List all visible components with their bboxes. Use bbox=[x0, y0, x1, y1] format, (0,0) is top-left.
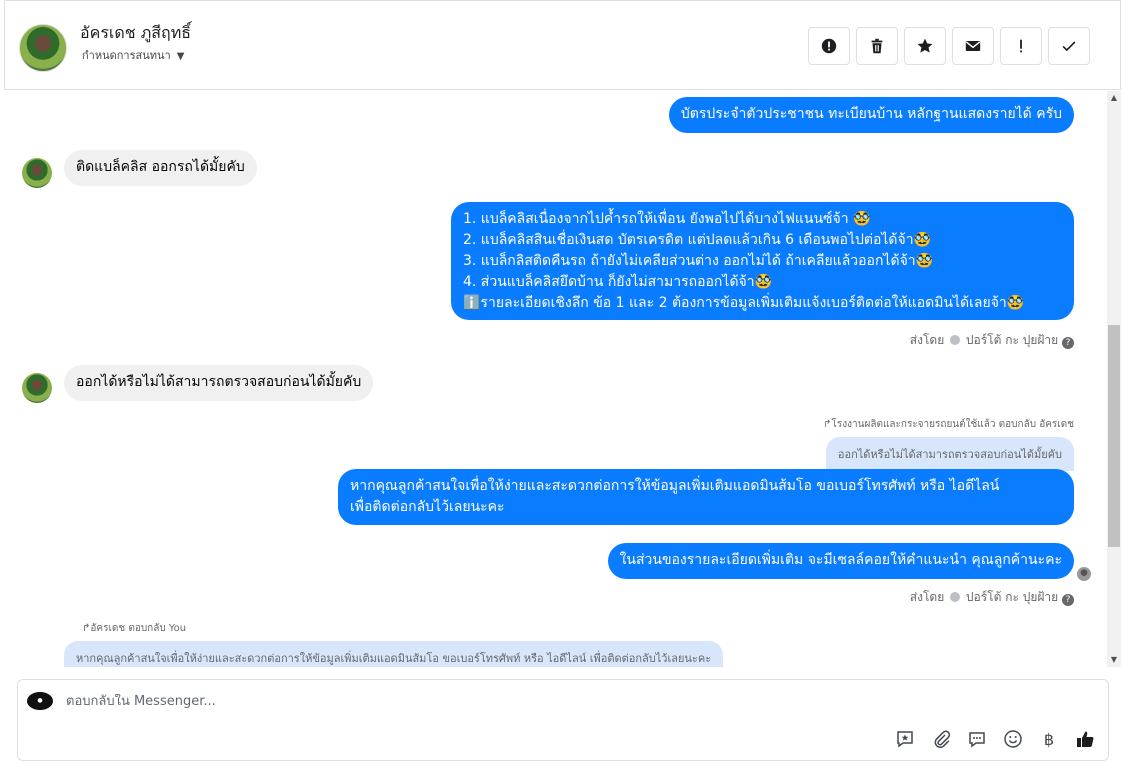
follow-up-button[interactable] bbox=[1000, 27, 1042, 65]
verified-dot-icon bbox=[950, 335, 961, 345]
message-thread[interactable]: บัตรประจำตัวประชาชน ทะเบียนบ้าน หลักฐานแ… bbox=[4, 91, 1121, 667]
sent-by-name: ปอร์โต้ กะ ปุยฝ้าย bbox=[965, 333, 1059, 347]
reply-arrow-icon: ↱ bbox=[823, 419, 832, 430]
scroll-thumb[interactable] bbox=[1108, 325, 1120, 547]
envelope-icon bbox=[965, 41, 981, 51]
thread-scrollbar[interactable]: ▲ ▼ bbox=[1107, 91, 1121, 667]
quoted-text: ออกได้หรือไม่ได้สามารถตรวจสอบก่อนได้มั้ย… bbox=[837, 448, 1062, 461]
outgoing-message[interactable]: หากคุณลูกค้าสนใจเพื่อให้ง่ายและสะดวกต่อก… bbox=[338, 469, 1074, 525]
baht-icon: ฿ bbox=[1043, 729, 1055, 749]
star-button[interactable] bbox=[904, 27, 946, 65]
emoji-button[interactable] bbox=[1002, 728, 1024, 750]
like-button[interactable] bbox=[1074, 728, 1096, 750]
reply-context-text: อัครเดช ตอบกลับ You bbox=[90, 623, 187, 634]
contact-avatar-small[interactable] bbox=[22, 373, 52, 403]
saved-reply-button[interactable] bbox=[894, 728, 916, 750]
mark-unread-button[interactable] bbox=[952, 27, 994, 65]
contact-avatar-small[interactable] bbox=[22, 158, 52, 188]
alert-circle-icon bbox=[821, 38, 837, 54]
seen-avatar bbox=[1077, 567, 1091, 581]
thumbs-up-icon bbox=[1077, 731, 1094, 747]
message-line: ℹ️รายละเอียดเชิงลึก ข้อ 1 และ 2 ต้องการข… bbox=[463, 295, 1025, 311]
message-text: ออกได้หรือไม่ได้สามารถตรวจสอบก่อนได้มั้ย… bbox=[76, 374, 362, 390]
trash-icon bbox=[871, 38, 883, 54]
caret-down-icon: ▼ bbox=[176, 51, 185, 62]
message-line: 4. ส่วนแบล็คลิสยึดบ้าน ก็ยังไม่สามารถออก… bbox=[463, 274, 773, 290]
sent-by-prefix: ส่งโดย bbox=[909, 590, 945, 604]
composer-tools: ฿ bbox=[894, 728, 1096, 750]
page-logo: ● bbox=[27, 692, 53, 710]
scroll-down-arrow-icon[interactable]: ▼ bbox=[1107, 653, 1121, 667]
incoming-message[interactable]: ติดแบล็คลิส ออกรถได้มั้ยคับ bbox=[64, 150, 257, 186]
contact-name[interactable]: อัครเดช ภูสีฤทธิ์ bbox=[80, 21, 191, 46]
reply-context-label: ↱อัครเดช ตอบกลับ You bbox=[82, 621, 186, 636]
message-line: หากคุณลูกค้าสนใจเพื่อให้ง่ายและสะดวกต่อก… bbox=[350, 478, 1000, 494]
message-text: ในส่วนของรายละเอียดเพิ่มเติม จะมีเซลล์คอ… bbox=[619, 552, 1062, 568]
quoted-message[interactable]: ออกได้หรือไม่ได้สามารถตรวจสอบก่อนได้มั้ย… bbox=[825, 437, 1074, 471]
sent-by-prefix: ส่งโดย bbox=[909, 333, 945, 347]
sent-by-label: ส่งโดย ปอร์โต้ กะ ปุยฝ้าย ? bbox=[910, 588, 1074, 607]
message-composer: ● ฿ bbox=[17, 679, 1109, 761]
reply-context-label: ↱โรงงานผลิตและกระจายรถยนต์ใช้แล้ว ตอบกลั… bbox=[823, 417, 1074, 432]
quoted-message[interactable]: หากคุณลูกค้าสนใจเพื่อให้ง่ายและสะดวกต่อก… bbox=[64, 641, 724, 667]
message-line: 1. แบล็คลิสเนื่องจากไปค้ำรถให้เพื่อน ยัง… bbox=[463, 211, 871, 227]
message-line: 3. แบล็กลิสติดคืนรถ ถ้ายังไม่เคลียส่วนต่… bbox=[463, 253, 934, 269]
reply-context-text: โรงงานผลิตและกระจายรถยนต์ใช้แล้ว ตอบกลับ… bbox=[831, 419, 1075, 430]
sent-by-label: ส่งโดย ปอร์โต้ กะ ปุยฝ้าย ? bbox=[910, 331, 1074, 350]
exclamation-icon bbox=[1020, 39, 1022, 53]
chat-button[interactable] bbox=[966, 728, 988, 750]
saved-reply-icon bbox=[897, 731, 913, 748]
payment-button[interactable]: ฿ bbox=[1038, 728, 1060, 750]
speech-bubble-icon bbox=[969, 732, 985, 748]
message-line: 2. แบล็คลิสสินเชื่อเงินสด บัตรเครดิต แต่… bbox=[463, 232, 932, 248]
help-icon[interactable]: ? bbox=[1062, 337, 1074, 349]
sent-by-name: ปอร์โต้ กะ ปุยฝ้าย bbox=[965, 590, 1059, 604]
help-icon[interactable]: ? bbox=[1062, 594, 1074, 606]
checkmark-icon bbox=[1062, 41, 1076, 52]
message-text: ติดแบล็คลิส ออกรถได้มั้ยคับ bbox=[76, 159, 245, 175]
conversation-label-text: กำหนดการสนทนา bbox=[82, 49, 171, 62]
paperclip-icon bbox=[934, 730, 951, 749]
reply-input[interactable] bbox=[66, 694, 666, 709]
verified-dot-icon bbox=[950, 592, 961, 602]
contact-avatar[interactable] bbox=[19, 24, 67, 72]
report-spam-button[interactable] bbox=[808, 27, 850, 65]
conversation-header: อัครเดช ภูสีฤทธิ์ กำหนดการสนทนา ▼ bbox=[4, 0, 1121, 90]
attach-button[interactable] bbox=[930, 728, 952, 750]
conversation-label-dropdown[interactable]: กำหนดการสนทนา ▼ bbox=[82, 46, 184, 64]
mark-done-button[interactable] bbox=[1048, 27, 1090, 65]
smiley-icon bbox=[1004, 730, 1022, 748]
scroll-up-arrow-icon[interactable]: ▲ bbox=[1107, 91, 1121, 105]
outgoing-message[interactable]: 1. แบล็คลิสเนื่องจากไปค้ำรถให้เพื่อน ยัง… bbox=[451, 202, 1074, 320]
quoted-text: หากคุณลูกค้าสนใจเพื่อให้ง่ายและสะดวกต่อก… bbox=[76, 652, 712, 665]
incoming-message[interactable]: ออกได้หรือไม่ได้สามารถตรวจสอบก่อนได้มั้ย… bbox=[64, 365, 374, 401]
message-line: เพื่อติดต่อกลับไว้เลยนะคะ bbox=[350, 499, 505, 515]
outgoing-message[interactable]: บัตรประจำตัวประชาชน ทะเบียนบ้าน หลักฐานแ… bbox=[668, 97, 1074, 133]
delete-button[interactable] bbox=[856, 27, 898, 65]
conversation-actions bbox=[808, 27, 1090, 65]
outgoing-message[interactable]: ในส่วนของรายละเอียดเพิ่มเติม จะมีเซลล์คอ… bbox=[607, 543, 1074, 579]
message-text: บัตรประจำตัวประชาชน ทะเบียนบ้าน หลักฐานแ… bbox=[680, 106, 1062, 122]
star-icon bbox=[917, 38, 933, 53]
